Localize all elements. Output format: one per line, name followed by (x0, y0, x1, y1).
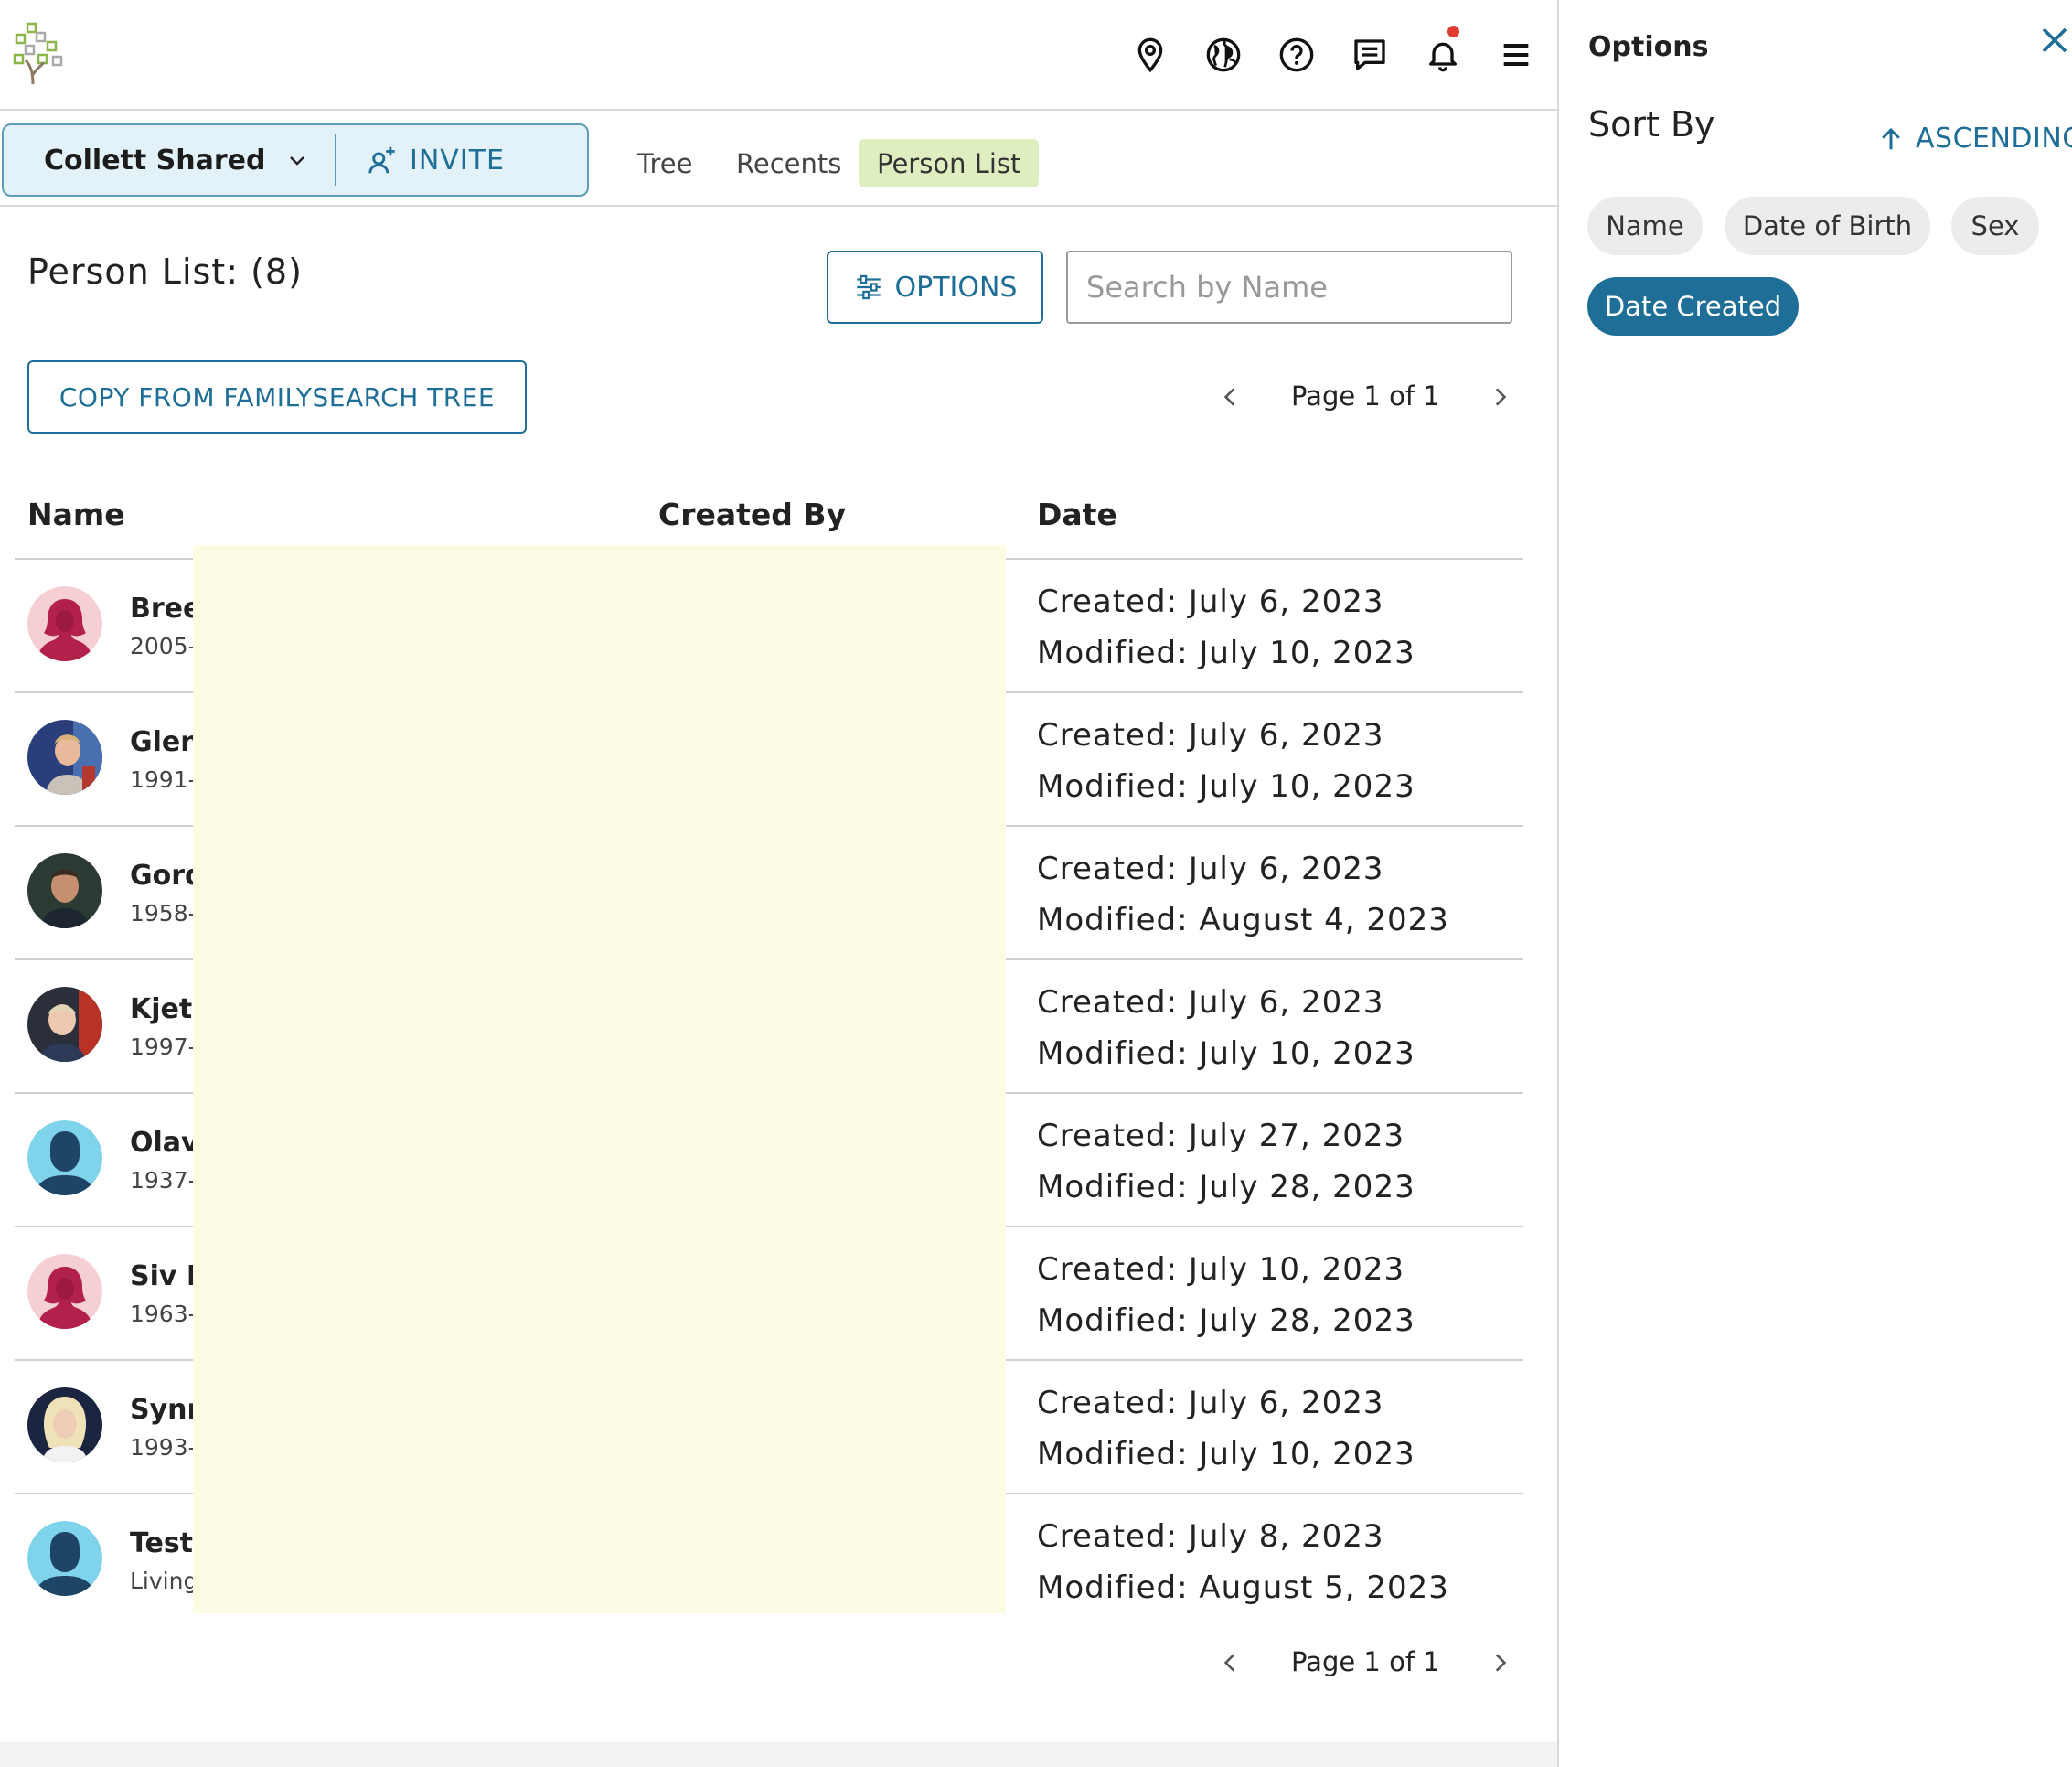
avatar-female-icon (27, 1254, 102, 1329)
person-lifespan: 1958- (130, 900, 197, 926)
person-lifespan: 1991- (130, 766, 197, 793)
sort-chip-date-created[interactable]: Date Created (1587, 277, 1799, 336)
prev-page-button[interactable] (1212, 377, 1249, 417)
avatar-female-icon (27, 586, 102, 661)
sort-direction-label: ASCENDING (1916, 123, 2072, 155)
tree-nav-bar: Collett Shared INVITE Tree Recents Perso… (0, 112, 1557, 207)
prev-page-button[interactable] (1212, 1643, 1249, 1683)
person-lifespan: 1993- (130, 1434, 197, 1461)
person-lifespan: 1963- (130, 1301, 197, 1327)
date-created: Created: July 6, 2023 (1037, 851, 1384, 887)
panel-title: Options (1588, 31, 1709, 63)
person-lifespan: 1937- (130, 1167, 197, 1194)
date-modified: Modified: July 10, 2023 (1037, 1436, 1415, 1472)
page-indicator: Page 1 of 1 (1291, 380, 1440, 412)
column-header-name: Name (27, 497, 125, 532)
date-created: Created: July 27, 2023 (1037, 1118, 1405, 1154)
pagination-top: Page 1 of 1 (1207, 369, 1522, 424)
person-name[interactable]: Kjeti (130, 993, 202, 1025)
avatar-male-icon (27, 1521, 102, 1596)
bell-icon[interactable] (1423, 26, 1463, 77)
date-created: Created: July 6, 2023 (1037, 584, 1384, 620)
avatar-male-icon (27, 1120, 102, 1195)
date-created: Created: July 8, 2023 (1037, 1518, 1384, 1555)
chevron-right-icon (1495, 388, 1507, 406)
invite-button[interactable]: INVITE (366, 125, 505, 195)
globe-icon[interactable] (1203, 33, 1244, 77)
options-panel: Options Sort By ASCENDING Name Date of B… (1557, 0, 2072, 1767)
date-created: Created: July 6, 2023 (1037, 717, 1384, 754)
tab-tree[interactable]: Tree (619, 139, 710, 187)
invite-label: INVITE (410, 144, 505, 177)
search-input[interactable] (1066, 251, 1512, 324)
sliders-icon (856, 274, 881, 300)
redaction-overlay (193, 545, 1006, 1613)
person-lifespan: 2005- (130, 633, 197, 659)
tree-selector-group: Collett Shared INVITE (2, 123, 589, 197)
close-panel-button[interactable] (2038, 24, 2072, 64)
sort-chip-name[interactable]: Name (1587, 197, 1703, 255)
chevron-down-icon[interactable] (286, 149, 308, 171)
arrow-up-icon (1882, 127, 1900, 149)
copy-from-familysearch-button[interactable]: COPY FROM FAMILYSEARCH TREE (27, 360, 527, 434)
location-pin-icon[interactable] (1130, 33, 1170, 77)
sort-direction-toggle[interactable]: ASCENDING (1877, 123, 2072, 155)
date-created: Created: July 6, 2023 (1037, 984, 1384, 1021)
next-page-button[interactable] (1481, 377, 1518, 417)
date-modified: Modified: July 28, 2023 (1037, 1302, 1415, 1339)
next-page-button[interactable] (1481, 1643, 1518, 1683)
column-header-created-by: Created By (658, 497, 847, 532)
footer-strip (0, 1742, 1557, 1767)
close-icon (2042, 27, 2067, 53)
sort-chip-sex[interactable]: Sex (1951, 197, 2039, 255)
date-modified: Modified: July 10, 2023 (1037, 768, 1415, 805)
add-person-icon (368, 146, 395, 174)
messages-icon[interactable] (1350, 33, 1390, 77)
avatar-photo (27, 720, 102, 795)
notification-dot (1447, 26, 1459, 37)
page-title: Person List: (8) (27, 252, 303, 292)
chevron-left-icon (1223, 1654, 1235, 1672)
avatar-photo (27, 853, 102, 928)
menu-icon[interactable] (1496, 33, 1536, 77)
help-icon[interactable] (1276, 33, 1317, 77)
options-label: OPTIONS (894, 271, 1018, 304)
tab-recents[interactable]: Recents (718, 139, 860, 187)
chip-divider (335, 134, 336, 186)
pagination-bottom: Page 1 of 1 (1207, 1635, 1522, 1690)
date-created: Created: July 6, 2023 (1037, 1385, 1384, 1421)
familysearch-tree-logo-icon[interactable] (13, 20, 66, 86)
person-name[interactable]: Test (130, 1527, 193, 1559)
chevron-left-icon (1223, 388, 1235, 406)
date-modified: Modified: August 5, 2023 (1037, 1569, 1449, 1606)
column-header-date: Date (1037, 497, 1117, 532)
date-modified: Modified: July 10, 2023 (1037, 635, 1415, 671)
person-name[interactable]: Glen (130, 726, 200, 758)
avatar-photo (27, 987, 102, 1062)
person-name[interactable]: Synr (130, 1394, 200, 1426)
person-lifespan: Living (130, 1568, 198, 1594)
date-modified: Modified: August 4, 2023 (1037, 902, 1449, 938)
avatar-photo (27, 1387, 102, 1462)
person-name[interactable]: Bree (130, 593, 201, 625)
app-header (0, 0, 1557, 111)
tree-selector[interactable]: Collett Shared (44, 145, 266, 177)
date-modified: Modified: July 10, 2023 (1037, 1035, 1415, 1072)
person-name[interactable]: Olav (130, 1127, 199, 1159)
date-created: Created: July 10, 2023 (1037, 1251, 1405, 1288)
page-indicator: Page 1 of 1 (1291, 1646, 1440, 1677)
sort-chip-date-of-birth[interactable]: Date of Birth (1725, 197, 1930, 255)
sort-by-heading: Sort By (1588, 104, 1715, 145)
options-button[interactable]: OPTIONS (827, 251, 1043, 324)
person-lifespan: 1997- (130, 1033, 197, 1060)
chevron-right-icon (1495, 1654, 1507, 1672)
tab-person-list[interactable]: Person List (859, 139, 1040, 187)
date-modified: Modified: July 28, 2023 (1037, 1169, 1415, 1205)
